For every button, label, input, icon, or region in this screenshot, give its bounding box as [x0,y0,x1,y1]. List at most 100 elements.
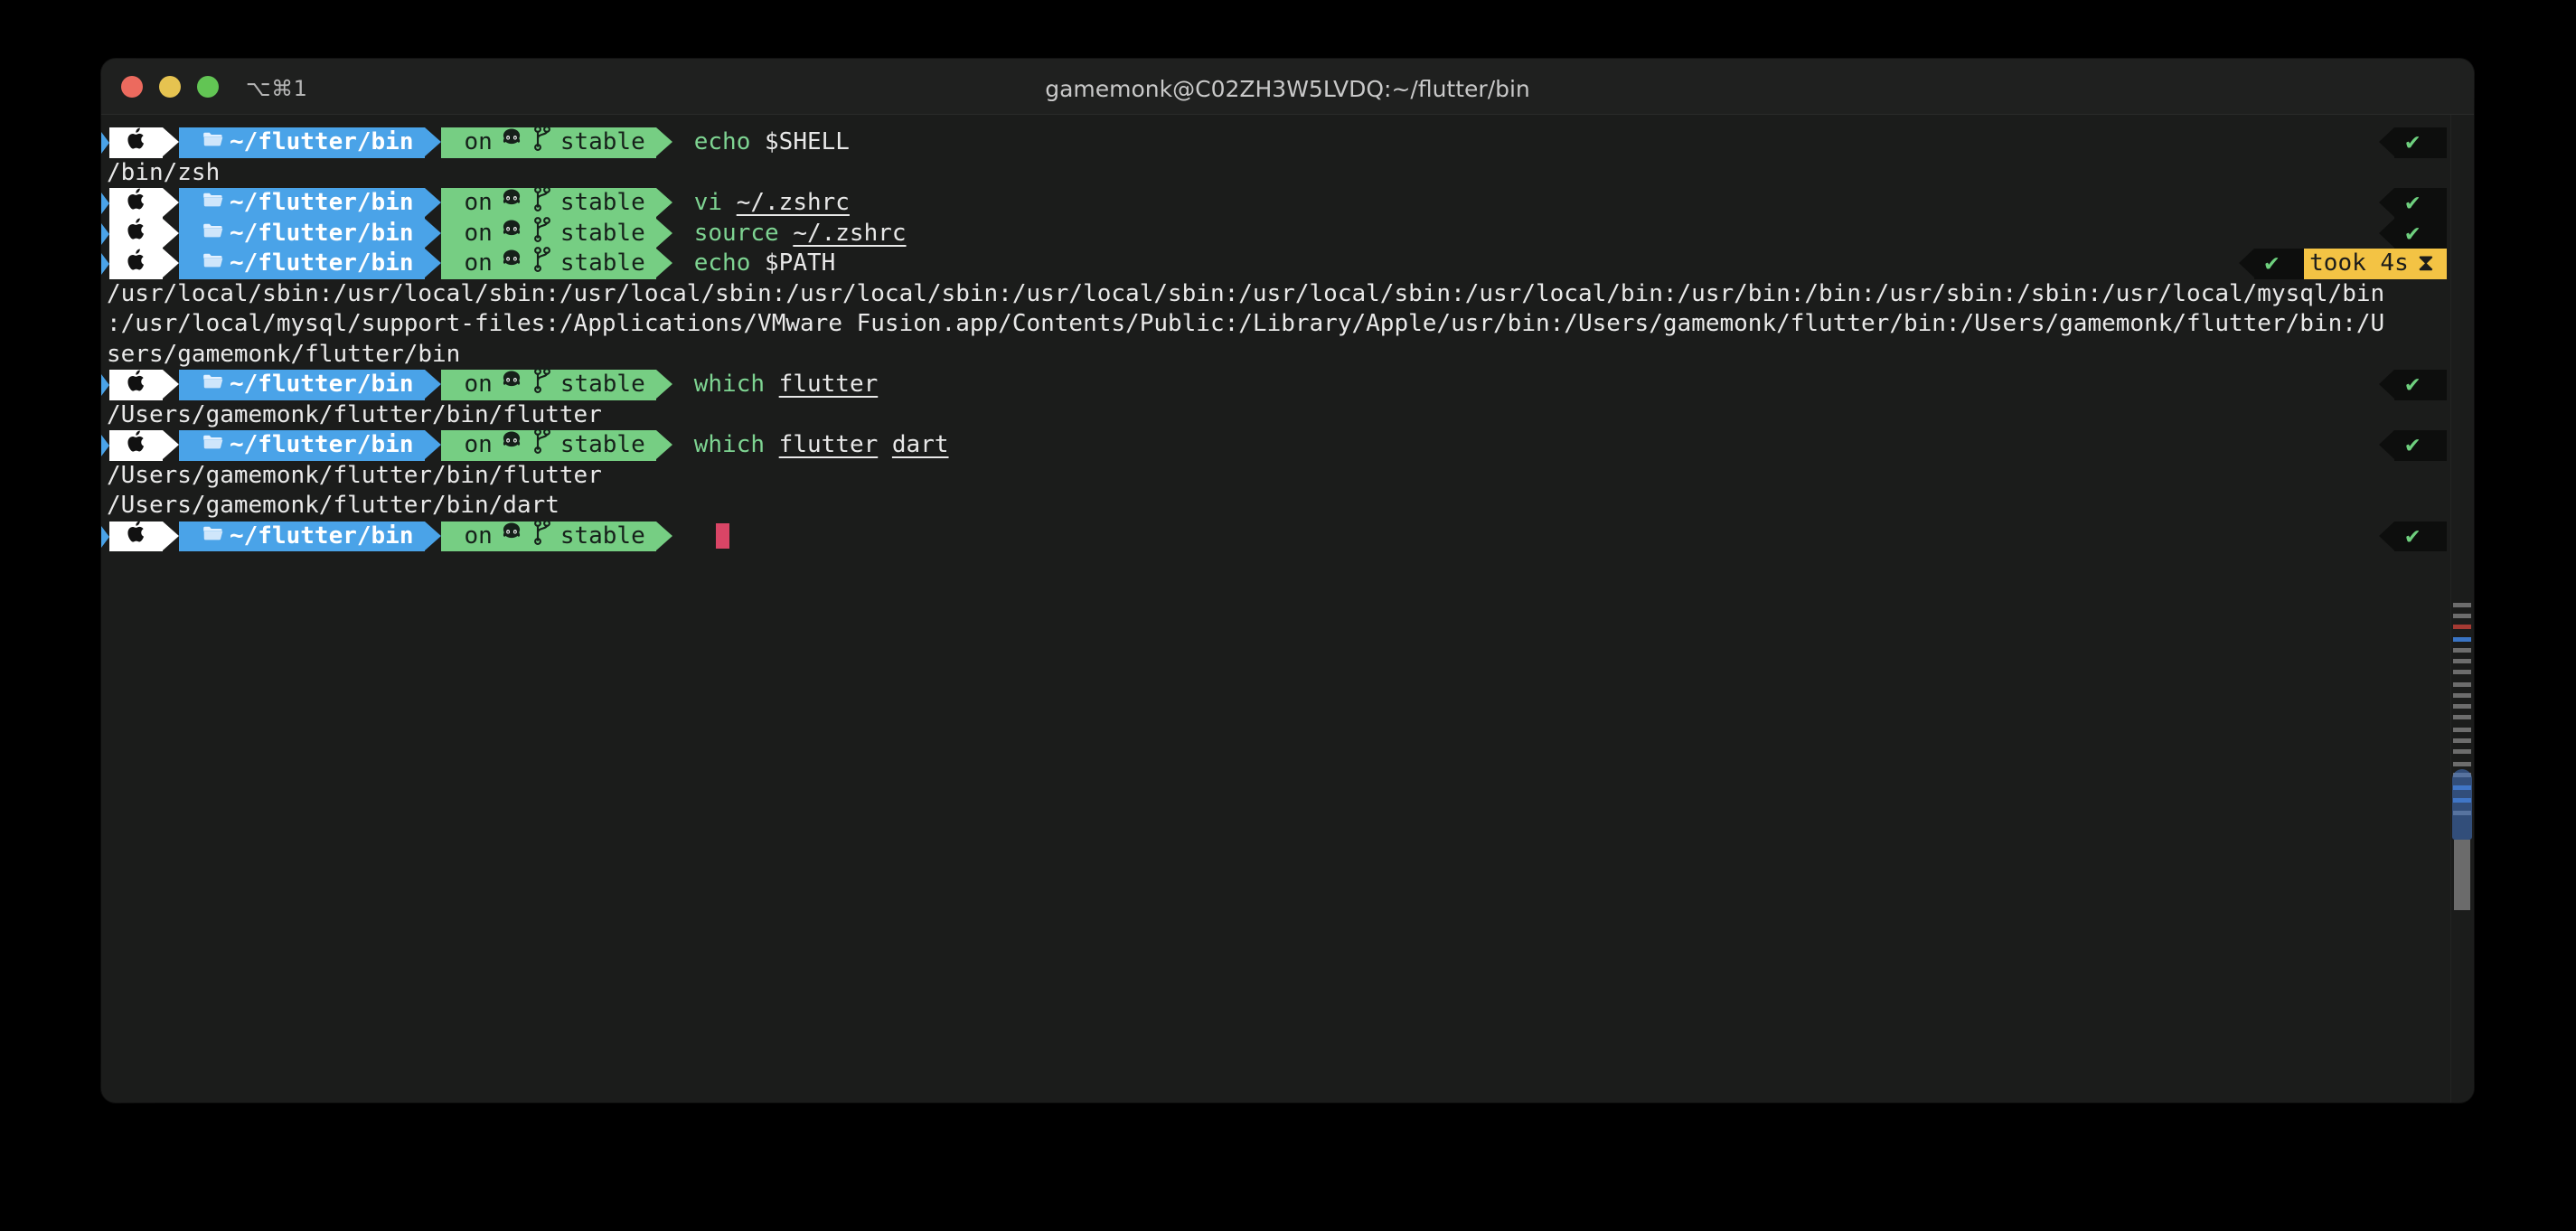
status-ok-badge: ✔ [2379,218,2447,249]
badge-tip-icon [2379,430,2395,459]
apple-logo-icon [126,126,148,161]
segment-separator-icon [163,218,179,248]
output-text: /bin/zsh [107,158,221,186]
command-token: flutter [778,371,879,398]
apple-logo-icon [126,247,148,282]
prompt-vcs-prefix-label: on [464,249,493,277]
prompt-path-segment: ~/flutter/bin [179,249,425,279]
command-token [878,430,892,461]
badge-tip-icon [2379,127,2395,156]
octocat-icon [500,521,523,553]
checkmark-icon: ✔ [2394,521,2447,551]
octocat-icon [500,187,523,220]
output-text: sers/gamemonk/flutter/bin [107,340,461,368]
scrollbar-mark [2453,648,2471,653]
hourglass-icon: ⧗ [2417,249,2434,277]
prompt-branch-label: stable [559,189,645,216]
prompt-path-segment: ~/flutter/bin [179,218,425,249]
scrollbar-mark [2453,603,2471,607]
prompt-path-label: ~/flutter/bin [230,249,414,277]
badge-tip-icon [2379,218,2395,248]
terminal-output-line: /Users/gamemonk/flutter/bin/flutter [101,461,2474,492]
segment-separator-icon [655,370,672,399]
scrollbar-mark [2453,625,2471,629]
terminal-content[interactable]: ~/flutter/bin on stable echo $SHELL ✔ /bin/zs… [101,115,2474,1103]
terminal-window: ⌥⌘1 gamemonk@C02ZH3W5LVDQ:~/flutter/bin … [101,59,2474,1103]
prompt-path-segment: ~/flutter/bin [179,430,425,461]
checkmark-icon: ✔ [2394,370,2447,400]
segment-separator-icon [163,188,179,217]
prompt-git-segment: on stable [440,186,656,220]
prompt-vcs-prefix-label: on [464,431,493,458]
folder-icon [202,430,224,461]
prompt-lead-chevron-icon [101,521,109,551]
segment-separator-icon [655,249,672,277]
apple-logo-icon [126,428,148,464]
terminal-lines: ~/flutter/bin on stable echo $SHELL ✔ /bin/zs… [101,126,2474,555]
badge-tip-icon [2379,370,2395,399]
command-token: which [693,431,766,458]
scrollbar-mark [2453,738,2471,743]
prompt-os-segment [109,519,163,554]
segment-separator-icon [655,127,672,156]
badge-tip-icon [2379,521,2395,550]
status-ok-badge: ✔ [2238,249,2307,279]
prompt-path-segment: ~/flutter/bin [179,521,425,551]
command-token: vi [693,189,723,216]
prompt-branch-label: stable [559,219,645,247]
octocat-icon [500,369,523,401]
terminal-prompt-line: ~/flutter/bin on stable source ~/.zshrc ✔ [101,216,2474,249]
terminal-prompt-line: ~/flutter/bin on stable which flutter ✔ [101,368,2474,401]
scrollbar-mark [2453,614,2471,618]
prompt-git-segment: on stable [440,519,656,555]
octocat-icon [500,127,523,159]
terminal-command-text: source ~/.zshrc [672,219,907,249]
segment-separator-icon [424,521,441,550]
scrollbar[interactable] [2450,115,2474,1103]
octocat-icon [500,248,523,280]
terminal-output-line: sers/gamemonk/flutter/bin [101,340,2474,371]
prompt-path-label: ~/flutter/bin [230,371,414,398]
prompt-os-segment [109,430,163,461]
checkmark-icon: ✔ [2394,188,2447,219]
prompt-branch-label: stable [559,128,645,155]
git-branch-icon [531,519,553,555]
scrollbar-mark [2453,749,2471,754]
command-token: source [693,219,779,247]
scrollbar-thumb[interactable] [2452,769,2472,840]
apple-logo-icon [126,519,148,554]
output-text: /usr/local/sbin:/usr/local/sbin:/usr/loc… [107,279,2385,307]
scrollbar-mark [2453,728,2471,732]
prompt-vcs-prefix-label: on [464,128,493,155]
prompt-branch-label: stable [559,371,645,398]
terminal-output-line: /bin/zsh [101,158,2474,189]
segment-separator-icon [655,218,672,248]
segment-separator-icon [424,218,441,248]
segment-separator-icon [655,188,672,217]
output-text: :/usr/local/mysql/support-files:/Applica… [107,310,2385,337]
terminal-prompt-line: ~/flutter/bin on stable echo $SHELL ✔ [101,126,2474,161]
scrollbar-mark [2453,670,2471,674]
checkmark-icon: ✔ [2394,127,2447,158]
prompt-os-segment [109,188,163,219]
badge-tip-icon [2238,249,2254,277]
prompt-git-segment: on stable [440,247,656,280]
command-status-group: ✔ [2379,188,2447,219]
window-titlebar[interactable]: ⌥⌘1 gamemonk@C02ZH3W5LVDQ:~/flutter/bin [101,59,2474,115]
scrollbar-mark [2453,762,2471,766]
prompt-vcs-prefix-label: on [464,522,493,550]
scrollbar-mark [2453,704,2471,709]
output-text: /Users/gamemonk/flutter/bin/dart [107,492,559,519]
command-status-group: ✔ [2379,370,2447,400]
segment-separator-icon [424,430,441,459]
command-token: ~/.zshrc [736,189,850,216]
command-token: echo [693,128,751,155]
duration-label: took 4s [2309,249,2409,277]
command-token: dart [891,431,949,458]
command-status-group: ✔ [2379,521,2447,551]
command-status-group: ✔ [2379,430,2447,461]
prompt-path-label: ~/flutter/bin [230,219,414,247]
segment-separator-icon [163,521,179,550]
prompt-branch-label: stable [559,431,645,458]
folder-icon [202,249,224,279]
